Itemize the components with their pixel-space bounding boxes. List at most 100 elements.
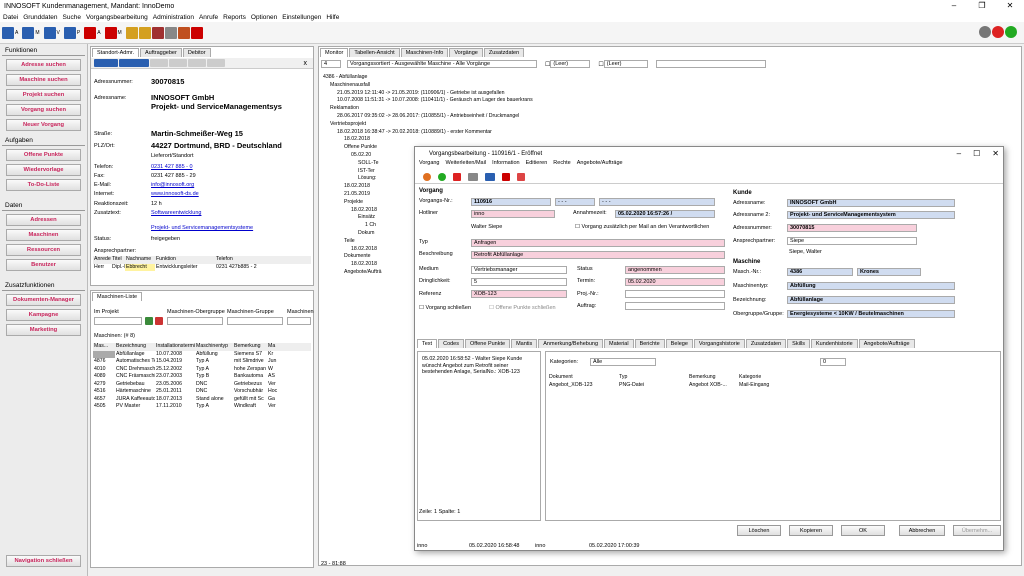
- column-header[interactable]: Typ: [618, 374, 688, 382]
- ok-button[interactable]: OK: [841, 525, 885, 536]
- column-header[interactable]: Telefon: [215, 256, 311, 264]
- menu-item[interactable]: Optionen: [251, 14, 277, 21]
- urgency-field[interactable]: 5: [471, 278, 567, 286]
- text-editor[interactable]: 05.02.2020 16:58:52 - Walter Siepe Kunde…: [417, 351, 541, 521]
- address-tool-icon[interactable]: [207, 59, 225, 67]
- subgroup-filter[interactable]: [227, 317, 283, 325]
- tree-node[interactable]: Reklamation: [323, 105, 683, 113]
- table-row[interactable]: 4505 PV Master 17.11.2010 Typ A Windkraft Ver: [93, 403, 311, 411]
- table-row[interactable]: 4516 Härtemaschine 25.01.2011 DNC Vorschubhä…: [93, 388, 311, 396]
- nav-button[interactable]: Wiedervorlage: [6, 164, 81, 176]
- nav-button[interactable]: Maschine suchen: [6, 74, 81, 86]
- filter-clear-icon[interactable]: [155, 317, 163, 325]
- tab-dialog[interactable]: Mantis: [511, 339, 538, 348]
- project-filter[interactable]: [94, 317, 142, 325]
- tree-node[interactable]: 18.02.2018: [323, 136, 683, 144]
- tab-monitor[interactable]: Maschinen-Info: [400, 48, 449, 57]
- settings-icon[interactable]: [979, 26, 991, 38]
- address-tool-icon[interactable]: [188, 59, 206, 67]
- dialog-menu-item[interactable]: Editieren: [526, 160, 548, 170]
- stop-icon[interactable]: [992, 26, 1004, 38]
- table-row[interactable]: 4279 Getriebebau 23.05.2006 DNC Getriebezus V…: [93, 381, 311, 389]
- column-header[interactable]: Bezeichnung: [115, 343, 155, 351]
- nav-button[interactable]: Marketing: [6, 324, 81, 336]
- nav-button[interactable]: Vorgang suchen: [6, 104, 81, 116]
- date-field[interactable]: 05.02.2020: [625, 278, 725, 286]
- maximize-button[interactable]: ❐: [968, 0, 996, 12]
- tab-dialog[interactable]: Vorgangshistorie: [693, 339, 745, 348]
- tools-icon[interactable]: [164, 26, 177, 39]
- tree-node[interactable]: 28.06.2017 09:35:02 -> 28.06.2017: (1108…: [323, 113, 683, 121]
- column-header[interactable]: Dokument: [548, 374, 618, 382]
- close-process-checkbox[interactable]: ☐ Vorgang schließen: [419, 305, 471, 311]
- apply-button[interactable]: Übernehm...: [953, 525, 1001, 536]
- dialog-menu-item[interactable]: Rechte: [553, 160, 570, 170]
- group-filter[interactable]: [167, 317, 223, 325]
- close-button[interactable]: ✕: [996, 0, 1024, 12]
- table-row[interactable]: 4089 CNC Fräsmaschin 23.07.2003 Typ B Bankau…: [93, 373, 311, 381]
- refresh-icon[interactable]: [1005, 26, 1017, 38]
- email-link[interactable]: info@innosoft.org: [151, 182, 194, 188]
- dialog-menu-item[interactable]: Information: [492, 160, 520, 170]
- tree-node[interactable]: 18.02.2018 16:38:47 -> 20.02.2018: (1108…: [323, 129, 683, 137]
- status-select[interactable]: angenommen: [625, 266, 725, 274]
- tree-node[interactable]: 4386 - Abfüllanlage: [323, 74, 683, 82]
- tab-dialog[interactable]: Material: [604, 339, 634, 348]
- new-icon[interactable]: [423, 172, 431, 181]
- customer-number[interactable]: 30070815: [787, 224, 917, 232]
- tab-monitor[interactable]: Tabellen-Ansicht: [349, 48, 400, 57]
- tab-dialog[interactable]: Kundenhistorie: [811, 339, 858, 348]
- filter-icon[interactable]: [145, 317, 153, 325]
- menu-item[interactable]: Reports: [223, 14, 246, 21]
- medium-select[interactable]: Vertriebsmanager: [471, 266, 567, 274]
- menu-item[interactable]: Einstellungen: [282, 14, 321, 21]
- tab-dialog[interactable]: Belege: [665, 339, 693, 348]
- column-header[interactable]: Mas...: [93, 343, 115, 351]
- flag-red-icon[interactable]: [517, 172, 525, 181]
- nav-button[interactable]: Neuer Vorgang: [6, 119, 81, 131]
- minimize-button[interactable]: –: [957, 149, 961, 158]
- tab-monitor[interactable]: Monitor: [320, 48, 349, 57]
- machine-filter[interactable]: [287, 317, 311, 325]
- dialog-menu-item[interactable]: Angebote/Aufträge: [577, 160, 623, 170]
- column-header[interactable]: Bemerkung: [688, 374, 738, 382]
- menu-item[interactable]: Datei: [3, 14, 18, 21]
- close-button[interactable]: ✕: [992, 149, 999, 158]
- user-icon[interactable]: [125, 26, 138, 39]
- column-header[interactable]: Kategorie: [738, 374, 798, 382]
- column-header[interactable]: Ma: [267, 343, 311, 351]
- address-tool-icon[interactable]: [169, 59, 187, 67]
- menu-item[interactable]: Administration: [153, 14, 194, 21]
- column-header[interactable]: Anrede: [93, 256, 111, 264]
- alert-m-icon[interactable]: [104, 26, 117, 39]
- tab-dialog[interactable]: Text: [417, 339, 438, 348]
- zoom-field[interactable]: 0: [820, 358, 846, 366]
- dialog-menu-item[interactable]: Vorgang: [419, 160, 440, 170]
- table-row[interactable]: 4010 CNC Drehmaschin 25.12.2002 Typ A hohe Z…: [93, 366, 311, 374]
- print-icon[interactable]: [151, 26, 164, 39]
- menu-item[interactable]: Grunddaten: [23, 14, 57, 21]
- reference-field[interactable]: XOB-123: [471, 290, 567, 298]
- nav-button[interactable]: Benutzer: [6, 259, 81, 271]
- tree-node[interactable]: 10.07.2008 11:51:31 -> 10.07.2008: (1104…: [323, 97, 683, 105]
- close-navigation-button[interactable]: Navigation schließen: [6, 555, 81, 567]
- category-select[interactable]: Alle: [590, 358, 656, 366]
- machine-icon[interactable]: [22, 26, 35, 39]
- column-header[interactable]: Bemerkung: [233, 343, 267, 351]
- close-open-items-checkbox[interactable]: ☐ Offene Punkte schließen: [489, 305, 556, 311]
- process-icon[interactable]: [43, 26, 56, 39]
- dialog-menu-item[interactable]: Weiterleiten/Mail: [446, 160, 487, 170]
- tab-address[interactable]: Standort-Admr.: [92, 48, 139, 57]
- column-header[interactable]: Nachname: [125, 256, 155, 264]
- table-row[interactable]: 4657 JURA Kaffeeauto 18.07.2013 Stand alone…: [93, 396, 311, 404]
- close-icon[interactable]: x: [304, 60, 308, 67]
- project-number-field[interactable]: [625, 290, 725, 298]
- delete-icon[interactable]: [453, 172, 461, 181]
- address-icon[interactable]: [2, 26, 14, 39]
- menu-item[interactable]: Suche: [63, 14, 81, 21]
- nav-button[interactable]: Dokumenten-Manager: [6, 294, 81, 306]
- table-row[interactable]: Herr Dipl.-I Ebbrecht Entwicklungsleiter 023…: [93, 263, 311, 271]
- menu-item[interactable]: Vorgangsbearbeitung: [86, 14, 148, 21]
- maximize-button[interactable]: ☐: [973, 149, 980, 158]
- column-header[interactable]: Funktion: [155, 256, 215, 264]
